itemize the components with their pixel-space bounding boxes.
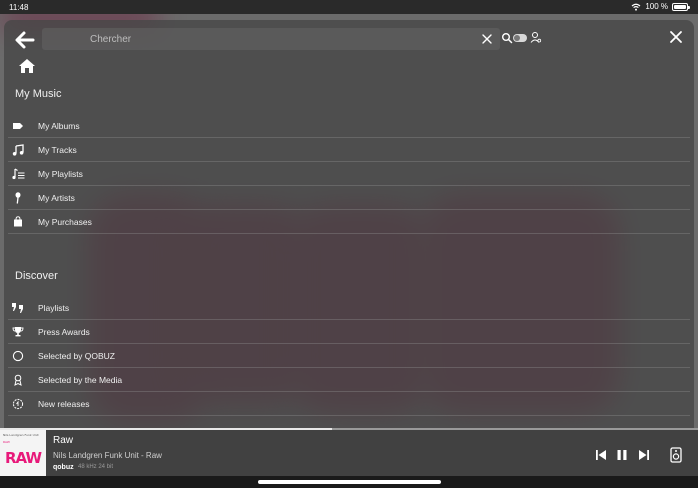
circle-icon [11, 349, 25, 363]
music-note-icon [11, 143, 25, 157]
back-arrow-icon[interactable] [14, 29, 36, 51]
playback-progress-bar[interactable] [0, 428, 333, 430]
album-tag-icon [11, 119, 25, 133]
menu-item-my-playlists[interactable]: My Playlists [8, 162, 690, 186]
track-artist: Nils Landgren Funk Unit - Raw [53, 451, 162, 460]
menu-item-label: My Tracks [38, 144, 77, 155]
search-field[interactable] [42, 28, 500, 50]
search-input[interactable] [42, 28, 500, 50]
my-music-title: My Music [15, 88, 62, 100]
menu-item-my-purchases[interactable]: My Purchases [8, 210, 690, 234]
audio-quality: 48 kHz 24 bit [78, 464, 114, 470]
new-release-icon [11, 397, 25, 411]
shopping-bag-icon [11, 215, 25, 229]
battery-icon [672, 2, 690, 11]
status-time: 11:48 [9, 3, 29, 12]
menu-item-my-albums[interactable]: My Albums [8, 114, 690, 138]
menu-item-label: My Artists [38, 192, 75, 203]
menu-item-playlists[interactable]: Playlists [8, 296, 690, 320]
cover-title-text: RAW [5, 449, 42, 467]
quote-icon [11, 301, 25, 315]
playlist-icon [11, 167, 25, 181]
user-search-icon[interactable] [530, 31, 542, 44]
mini-player[interactable]: Nils Landgren Funk Unit RAW RAW Raw Nils… [0, 428, 698, 476]
wifi-icon [631, 3, 641, 11]
menu-item-label: My Purchases [38, 216, 92, 227]
menu-item-new-releases[interactable]: New releases [8, 392, 690, 416]
source-logo: qobuz [53, 464, 74, 471]
search-icon[interactable] [501, 32, 513, 44]
status-bar: 11:48 100 % [0, 0, 698, 14]
home-indicator-area [0, 476, 698, 488]
microphone-icon [11, 191, 25, 205]
next-track-icon[interactable] [637, 448, 651, 462]
award-icon [11, 373, 25, 387]
menu-item-label: My Albums [38, 120, 80, 131]
menu-item-label: New releases [38, 398, 90, 409]
album-cover[interactable]: Nils Landgren Funk Unit RAW RAW [0, 430, 46, 476]
home-icon[interactable] [18, 58, 36, 74]
home-indicator[interactable] [258, 480, 441, 484]
menu-item-label: Selected by QOBUZ [38, 350, 116, 361]
menu-item-label: Selected by the Media [38, 374, 123, 385]
menu-item-selected-by-qobuz[interactable]: Selected by QOBUZ [8, 344, 690, 368]
search-scope-toggle[interactable] [513, 34, 527, 42]
cover-tag-text: RAW [3, 440, 10, 444]
menu-item-label: Press Awards [38, 326, 90, 337]
close-icon[interactable] [668, 29, 684, 45]
menu-panel: My Music My Albums My Tracks My Playlist… [4, 20, 694, 428]
cover-artist-text: Nils Landgren Funk Unit [3, 433, 39, 437]
clear-search-icon[interactable] [480, 32, 494, 46]
menu-item-press-awards[interactable]: Press Awards [8, 320, 690, 344]
pause-icon[interactable] [615, 448, 629, 462]
trophy-icon [11, 325, 25, 339]
menu-item-label: My Playlists [38, 168, 83, 179]
previous-track-icon[interactable] [594, 448, 608, 462]
discover-title: Discover [15, 270, 58, 282]
menu-item-my-artists[interactable]: My Artists [8, 186, 690, 210]
track-title: Raw [53, 435, 74, 446]
speaker-icon[interactable] [669, 447, 683, 463]
menu-item-selected-by-the-media[interactable]: Selected by the Media [8, 368, 690, 392]
menu-item-my-tracks[interactable]: My Tracks [8, 138, 690, 162]
battery-percent: 100 % [645, 2, 668, 11]
menu-item-label: Playlists [38, 302, 70, 313]
